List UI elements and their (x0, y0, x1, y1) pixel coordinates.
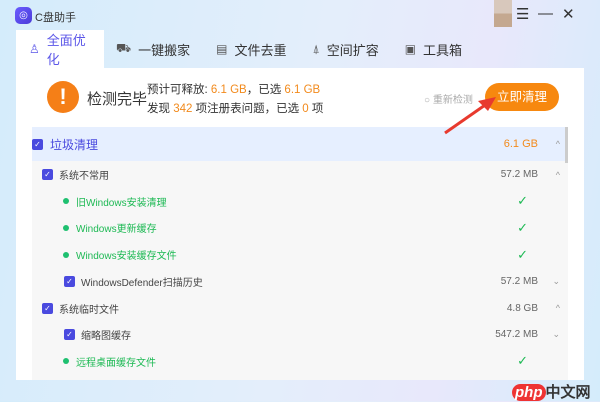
check-icon: ✓ (517, 219, 528, 235)
watermark-logo: php 中文网 (512, 381, 591, 402)
minimize-button[interactable]: — (538, 5, 553, 22)
chevron-up-icon[interactable]: ^ (556, 139, 560, 149)
category-label: 垃圾清理 (50, 137, 99, 152)
tab-bar: ♙ 全面优化 ⛟ 一键搬家 ▤ 文件去重 ⍋ 空间扩容 ▣ 工具箱 (16, 30, 476, 68)
tab-toolbox[interactable]: ▣ 工具箱 (393, 30, 476, 68)
scan-status: 检测完毕 (87, 91, 148, 108)
menu-icon[interactable]: ☰ (516, 5, 529, 23)
list-item[interactable]: ✓ WindowsDefender扫描历史 57.2 MB ⌄ (32, 268, 568, 295)
checkbox[interactable]: ✓ (42, 169, 53, 180)
list-item[interactable]: 远程桌面缓存文件 ✓ (32, 348, 568, 375)
registry-summary: 发现 342 项注册表问题，已选 0 项 (147, 103, 324, 115)
chevron-down-icon[interactable]: ⌄ (552, 276, 560, 287)
tab-label: 一键搬家 (138, 42, 191, 58)
status-dot-icon (63, 358, 69, 365)
avatar[interactable] (494, 0, 512, 27)
title-bar: ◎ C盘助手 ☰ — ✕ (0, 0, 600, 30)
list-item[interactable]: Windows更新缓存 ✓ (32, 214, 568, 241)
chevron-up-icon[interactable]: ^ (556, 170, 560, 180)
group-row[interactable]: ✓ 系统不常用 57.2 MB ^ (32, 161, 568, 188)
rocket-icon: ♙ (29, 42, 40, 56)
close-button[interactable]: ✕ (562, 5, 575, 23)
tab-label: 文件去重 (234, 42, 287, 58)
list-item[interactable]: 旧Windows安装清理 ✓ (32, 188, 568, 215)
status-dot-icon (63, 224, 69, 231)
tab-label: 工具箱 (423, 42, 463, 58)
checkbox[interactable]: ✓ (64, 275, 75, 287)
toolbox-icon: ▣ (404, 42, 417, 56)
expand-icon: ⍋ (312, 41, 320, 56)
item-size: 57.2 MB (500, 169, 538, 180)
chevron-up-icon[interactable]: ^ (556, 303, 560, 313)
check-icon: ✓ (517, 353, 528, 369)
item-label: WindowsDefender扫描历史 (81, 277, 203, 289)
checkbox[interactable]: ✓ (42, 302, 53, 314)
status-dot-icon (63, 198, 69, 205)
item-size: 4.8 GB (506, 302, 538, 314)
truck-icon: ⛟ (116, 41, 132, 55)
item-size: 57.2 MB (500, 275, 538, 287)
cleanup-list: ✓ 垃圾清理 6.1 GB ^ ✓ 系统不常用 57.2 MB ^ 旧Windows安装… (32, 127, 568, 380)
category-size: 6.1 GB (503, 138, 538, 150)
file-icon: ▤ (216, 42, 228, 56)
check-icon: ✓ (517, 193, 528, 209)
item-size: 547.2 MB (495, 329, 538, 341)
release-summary: 预计可释放: 6.1 GB，已选 6.1 GB (147, 84, 321, 96)
scrollbar[interactable] (565, 127, 568, 163)
annotation-arrow (444, 97, 496, 135)
status-dot-icon (63, 251, 69, 258)
check-icon: ✓ (517, 246, 528, 262)
item-label: 系统临时文件 (59, 304, 119, 316)
checkbox[interactable]: ✓ (64, 329, 75, 341)
tab-label: 全面优化 (46, 33, 86, 67)
tab-expand[interactable]: ⍋ 空间扩容 (300, 30, 392, 68)
tab-dedupe[interactable]: ▤ 文件去重 (204, 30, 300, 68)
app-title: C盘助手 (35, 12, 76, 24)
warning-icon: ! (47, 81, 79, 113)
tab-label: 空间扩容 (326, 42, 379, 58)
item-label: Windows更新缓存 (76, 224, 157, 236)
checkbox[interactable]: ✓ (32, 138, 43, 150)
list-item[interactable]: Windows安装缓存文件 ✓ (32, 241, 568, 268)
app-logo-icon: ◎ (15, 7, 32, 24)
item-label: 系统不常用 (59, 171, 109, 182)
group-row[interactable]: ✓ 系统临时文件 4.8 GB ^ (32, 295, 568, 322)
chevron-down-icon[interactable]: ⌄ (552, 329, 560, 340)
tab-full-optimize[interactable]: ♙ 全面优化 (16, 30, 104, 68)
item-label: 远程桌面缓存文件 (76, 357, 156, 369)
item-label: 缩略图缓存 (81, 331, 131, 343)
tab-move[interactable]: ⛟ 一键搬家 (104, 30, 204, 68)
item-label: 旧Windows安装清理 (76, 197, 167, 209)
item-label: Windows安装缓存文件 (76, 251, 177, 263)
list-item[interactable]: ✓ 缩略图缓存 547.2 MB ⌄ (32, 321, 568, 348)
